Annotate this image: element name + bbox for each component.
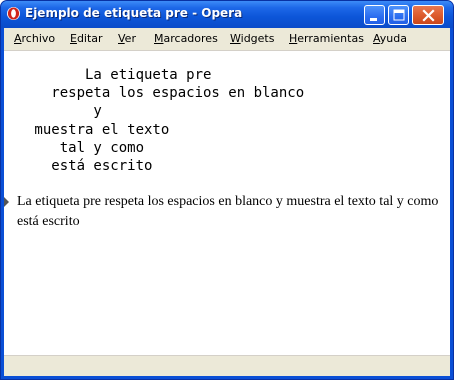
menu-ver[interactable]: Ver	[118, 32, 136, 45]
menu-marcadores[interactable]: Marcadores	[154, 32, 218, 45]
menu-label: arcadores	[163, 32, 218, 45]
window-title: Ejemplo de etiqueta pre - Opera	[25, 6, 243, 20]
menu-accelerator: E	[70, 32, 77, 45]
menu-label: idgets	[240, 32, 275, 45]
menu-ayuda[interactable]: Ayuda	[373, 32, 407, 45]
menu-label: ditar	[76, 32, 103, 45]
minimize-icon	[370, 18, 377, 21]
menu-editar[interactable]: Editar	[70, 32, 103, 45]
menu-accelerator: W	[230, 32, 241, 45]
normal-paragraph: La etiqueta pre respeta los espacios en …	[17, 194, 439, 229]
close-button[interactable]	[412, 5, 444, 25]
close-icon	[422, 9, 435, 22]
menu-accelerator: A	[373, 32, 380, 45]
menu-widgets[interactable]: Widgets	[230, 32, 274, 45]
arrow-right-icon	[4, 197, 9, 207]
menu-accelerator: M	[154, 32, 164, 45]
maximize-button[interactable]	[388, 5, 409, 25]
menu-label: erramientas	[297, 32, 364, 45]
menu-label: er	[124, 32, 136, 45]
menu-archivo[interactable]: Archivo	[14, 32, 55, 45]
menu-bar: Archivo Editar Ver Marcadores Widgets He…	[4, 28, 450, 51]
minimize-button[interactable]	[364, 5, 385, 25]
menu-accelerator: V	[118, 32, 125, 45]
browser-window: Ejemplo de etiqueta pre - Opera Archivo …	[0, 0, 454, 380]
menu-label: yuda	[379, 32, 407, 45]
status-bar	[4, 355, 450, 376]
menu-label: rchivo	[21, 32, 56, 45]
pre-formatted-text: La etiqueta pre respeta los espacios en …	[34, 67, 305, 175]
maximize-icon	[393, 9, 405, 21]
opera-icon	[7, 7, 20, 20]
menu-herramientas[interactable]: Herramientas	[289, 32, 364, 45]
page-content: La etiqueta pre respeta los espacios en …	[4, 51, 450, 355]
menu-accelerator: A	[14, 32, 22, 45]
title-bar[interactable]: Ejemplo de etiqueta pre - Opera	[1, 1, 453, 28]
